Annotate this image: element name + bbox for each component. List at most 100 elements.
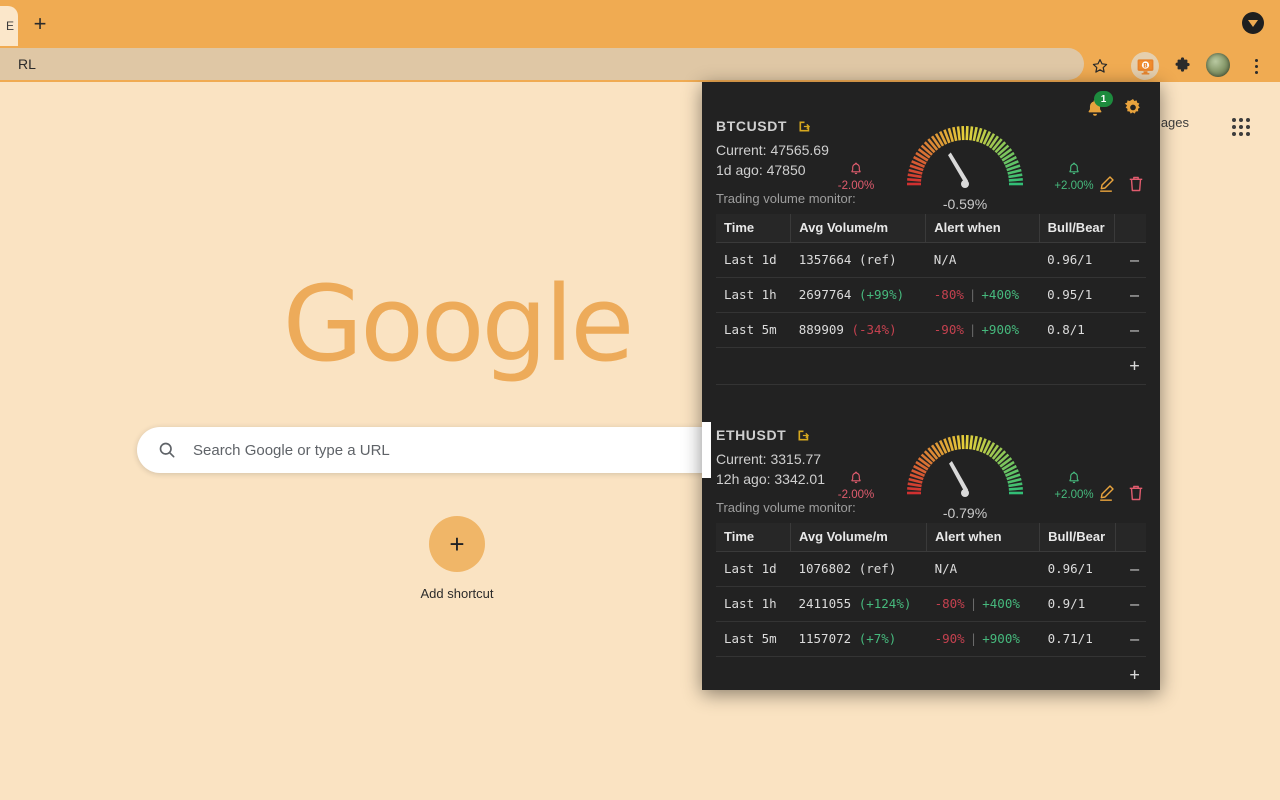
pencil-icon: [1100, 176, 1114, 192]
gauge-low-alert[interactable]: -2.00%: [824, 160, 888, 192]
remove-row-button[interactable]: —: [1114, 312, 1146, 348]
new-tab-button[interactable]: +: [26, 10, 54, 38]
bitcoin-monitor-icon: B: [1137, 58, 1153, 74]
gauge-dial: [907, 434, 1023, 497]
gear-icon: [1124, 99, 1140, 114]
cell-bull-bear-ratio: 0.71/1: [1039, 621, 1116, 657]
gauge-dial: [907, 125, 1023, 188]
add-row: +: [716, 656, 1146, 690]
cell-alert[interactable]: N/A: [926, 551, 1040, 587]
address-bar-text: RL: [18, 56, 36, 72]
bell-icon: [851, 471, 861, 484]
remove-row-button[interactable]: —: [1114, 242, 1146, 278]
chrome-menu-button[interactable]: [1246, 52, 1266, 80]
profile-avatar[interactable]: [1206, 53, 1230, 77]
browser-window: E + RL B mages Google Search Google or t…: [0, 0, 1280, 800]
external-link-icon[interactable]: [796, 428, 811, 443]
card-actions: [1096, 174, 1146, 194]
search-input[interactable]: Search Google or type a URL: [137, 427, 777, 473]
cell-time: Last 5m: [716, 312, 791, 348]
column-header-actions: [1115, 522, 1146, 552]
address-bar-input[interactable]: RL: [0, 48, 1084, 80]
column-header-alert: Alert when: [925, 213, 1040, 243]
table-header-row: Time Avg Volume/m Alert when Bull/Bear: [716, 522, 1146, 552]
delete-button[interactable]: [1126, 174, 1146, 194]
cell-time: Last 1d: [716, 242, 791, 278]
volume-table: Time Avg Volume/m Alert when Bull/Bear L…: [716, 522, 1146, 690]
cell-alert[interactable]: -80% | +400%: [925, 277, 1040, 313]
cell-alert[interactable]: N/A: [925, 242, 1040, 278]
extensions-menu-button[interactable]: [1170, 54, 1194, 78]
trash-icon: [1129, 176, 1143, 192]
volume-table: Time Avg Volume/m Alert when Bull/Bear L…: [716, 213, 1146, 385]
three-dot-menu-icon: [1254, 64, 1258, 68]
remove-row-button[interactable]: —: [1115, 621, 1146, 657]
cell-alert[interactable]: -90% | +900%: [926, 621, 1040, 657]
column-header-volume: Avg Volume/m: [790, 213, 927, 243]
cell-bull-bear-ratio: 0.9/1: [1039, 586, 1116, 622]
tab-search-button[interactable]: [1242, 12, 1264, 34]
column-header-volume: Avg Volume/m: [790, 522, 928, 552]
cell-bull-bear-ratio: 0.96/1: [1039, 242, 1115, 278]
bell-icon: [1069, 471, 1079, 484]
table-row: Last 1h 2411055 (+124%) -80% | +400% 0.9/1—: [716, 586, 1146, 622]
edit-button[interactable]: [1096, 483, 1116, 503]
column-header-alert: Alert when: [926, 522, 1041, 552]
column-header-ratio: Bull/Bear: [1039, 213, 1116, 243]
gauge-value: -0.79%: [942, 505, 988, 521]
table-row: Last 5m 1157072 (+7%) -90% | +900% 0.71/1—: [716, 621, 1146, 657]
cell-time: Last 5m: [716, 621, 791, 657]
table-body: Last 1d 1357664 (ref) N/A 0.96/1— Last 1h 269…: [716, 242, 1146, 385]
caret-down-icon: [1248, 19, 1258, 27]
delete-button[interactable]: [1126, 483, 1146, 503]
plus-icon: +: [429, 516, 485, 572]
table-body: Last 1d 1076802 (ref) N/A 0.96/1— Last 1h 241…: [716, 551, 1146, 690]
table-row: Last 1d 1076802 (ref) N/A 0.96/1—: [716, 551, 1146, 587]
cell-bull-bear-ratio: 0.95/1: [1039, 277, 1115, 313]
add-shortcut-label: Add shortcut: [420, 586, 494, 601]
three-dot-menu-icon: [1254, 58, 1258, 62]
cell-time: Last 1d: [716, 551, 791, 587]
cell-time: Last 1h: [716, 586, 791, 622]
gauge-low-alert[interactable]: -2.00%: [824, 469, 888, 501]
cell-bull-bear-ratio: 0.8/1: [1039, 312, 1115, 348]
column-header-actions: [1114, 213, 1146, 243]
remove-row-button[interactable]: —: [1114, 277, 1146, 313]
column-header-time: Time: [716, 522, 791, 552]
search-placeholder: Search Google or type a URL: [193, 441, 390, 459]
extension-popup-panel: 1 BTCUSDT Current: 47565.69 1d ago: 4785…: [702, 82, 1160, 690]
gauge-value: -0.59%: [942, 196, 988, 212]
price-change-gauge: -2.00% +2.00% -0.59%: [838, 118, 1094, 214]
add-row: +: [716, 347, 1146, 385]
table-row: Last 1h 2697764 (+99%) -80% | +400% 0.95/1—: [716, 277, 1146, 313]
browser-tab[interactable]: E: [0, 6, 18, 46]
search-icon: [159, 442, 175, 458]
edit-button[interactable]: [1096, 174, 1116, 194]
cell-volume: 1157072 (+7%): [790, 621, 927, 657]
external-link-icon[interactable]: [797, 119, 812, 134]
table-header-row: Time Avg Volume/m Alert when Bull/Bear: [716, 213, 1146, 243]
star-icon: [1092, 59, 1108, 73]
table-row: Last 1d 1357664 (ref) N/A 0.96/1—: [716, 242, 1146, 278]
cell-alert[interactable]: -90% | +900%: [925, 312, 1040, 348]
bell-icon: [851, 162, 861, 175]
add-row-button[interactable]: +: [1114, 347, 1146, 385]
pencil-icon: [1100, 485, 1114, 501]
bell-icon: [1069, 162, 1079, 175]
cell-volume: 1076802 (ref): [790, 551, 927, 587]
extension-toolbar-button[interactable]: B: [1131, 52, 1159, 80]
cell-bull-bear-ratio: 0.96/1: [1039, 551, 1116, 587]
symbol-name: ETHUSDT: [716, 427, 787, 443]
bookmark-star-button[interactable]: [1088, 54, 1112, 78]
puzzle-piece-icon: [1175, 56, 1190, 72]
apps-grid-icon[interactable]: [1228, 114, 1254, 140]
cell-volume: 2411055 (+124%): [790, 586, 927, 622]
three-dot-menu-icon: [1254, 70, 1258, 74]
symbol-card: ETHUSDT Current: 3315.77 12h ago: 3342.0…: [702, 427, 1160, 690]
add-shortcut-button[interactable]: + Add shortcut: [407, 516, 507, 601]
add-row-button[interactable]: +: [1115, 656, 1146, 690]
table-row: Last 5m 889909 (-34%) -90% | +900% 0.8/1—: [716, 312, 1146, 348]
remove-row-button[interactable]: —: [1115, 551, 1146, 587]
remove-row-button[interactable]: —: [1115, 586, 1146, 622]
cell-alert[interactable]: -80% | +400%: [926, 586, 1040, 622]
